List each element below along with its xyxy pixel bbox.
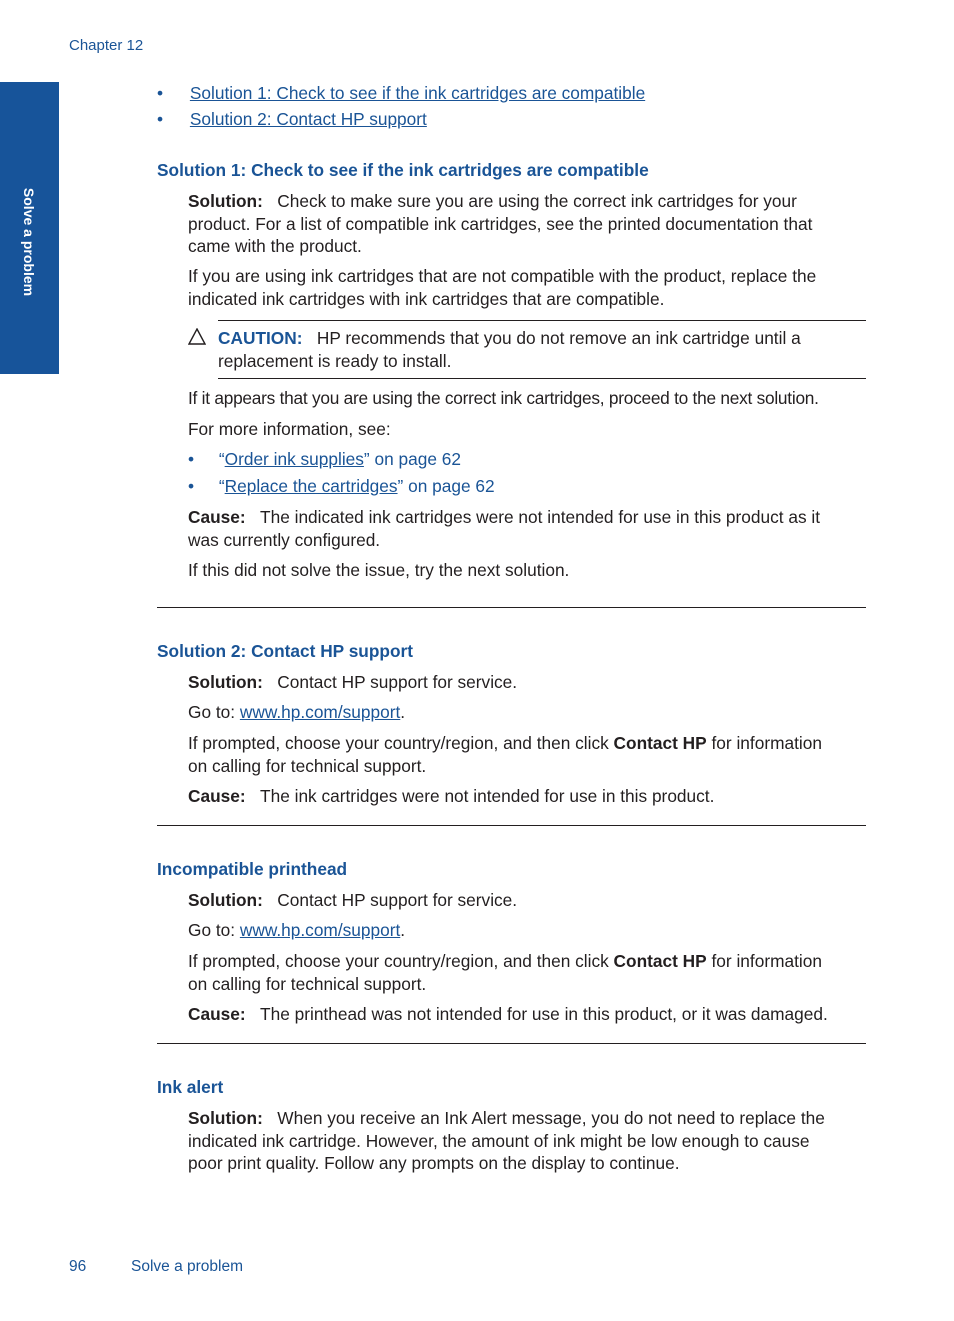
- text-line: on calling for technical support.: [188, 755, 427, 776]
- bullet-icon: •: [188, 449, 195, 469]
- incompatible-paragraph: If you are using ink cartridges that are…: [188, 265, 878, 310]
- solution-label: Solution:: [188, 191, 263, 211]
- caution-box: CAUTION: HP recommends that you do not r…: [218, 327, 878, 372]
- solution-label: Solution:: [188, 1108, 263, 1128]
- text-line: Check to make sure you are using the cor…: [277, 191, 797, 211]
- solution-label: Solution:: [188, 890, 263, 910]
- section-divider: [157, 1043, 866, 1044]
- text: If prompted, choose your country/region,…: [188, 733, 614, 753]
- hp-support-link[interactable]: www.hp.com/support: [240, 702, 400, 722]
- more-info-label: For more information, see:: [188, 419, 391, 439]
- page-ref: ” on page 62: [397, 476, 495, 496]
- cause-2-text: Cause: The ink cartridges were not inten…: [188, 785, 714, 808]
- text-line: indicated ink cartridges with ink cartri…: [188, 288, 665, 309]
- side-tab: Solve a problem: [0, 82, 59, 374]
- order-ink-supplies-link[interactable]: Order ink supplies: [225, 449, 364, 469]
- solution-2-text: Solution: Contact HP support for service…: [188, 671, 517, 694]
- toc-link-solution-1[interactable]: Solution 1: Check to see if the ink cart…: [190, 83, 645, 103]
- reference-item: • “Order ink supplies” on page 62: [188, 448, 495, 475]
- page-ref: ” on page 62: [363, 449, 461, 469]
- section-divider: [157, 607, 866, 608]
- footer-title: Solve a problem: [131, 1258, 244, 1275]
- goto-prefix: Go to:: [188, 702, 240, 722]
- toc-item: • Solution 1: Check to see if the ink ca…: [157, 82, 645, 108]
- section-heading-incompatible-printhead: Incompatible printhead: [157, 859, 348, 879]
- replace-cartridges-link[interactable]: Replace the cartridges: [225, 476, 398, 496]
- section-heading-solution-1: Solution 1: Check to see if the ink cart…: [157, 160, 649, 180]
- text-line: replacement is ready to install.: [218, 350, 452, 371]
- text-line: The printhead was not intended for use i…: [260, 1004, 828, 1024]
- cause-3-text: Cause: The printhead was not intended fo…: [188, 1003, 888, 1026]
- text-line: came with the product.: [188, 236, 362, 256]
- bullet-icon: •: [157, 83, 164, 103]
- hp-support-link[interactable]: www.hp.com/support: [240, 920, 400, 940]
- text-line: on calling for technical support.: [188, 973, 427, 994]
- text-line: When you receive an Ink Alert message, y…: [277, 1108, 825, 1128]
- bullet-icon: •: [188, 476, 195, 496]
- section-divider: [157, 825, 866, 826]
- contact-hp-term: Contact HP: [613, 951, 707, 971]
- cause-label: Cause:: [188, 507, 246, 527]
- text-line: The ink cartridges were not intended for…: [260, 786, 715, 806]
- prompt-paragraph: If prompted, choose your country/region,…: [188, 732, 878, 777]
- solution-3-text: Solution: Contact HP support for service…: [188, 889, 517, 912]
- text: for information: [706, 733, 822, 753]
- text-line: Contact HP support for service.: [277, 890, 518, 910]
- toc-item: • Solution 2: Contact HP support: [157, 108, 645, 131]
- text-line: If you are using ink cartridges that are…: [188, 266, 817, 286]
- caution-label: CAUTION:: [218, 328, 303, 348]
- proceed-paragraph: If it appears that you are using the cor…: [188, 388, 819, 408]
- prompt-paragraph: If prompted, choose your country/region,…: [188, 950, 878, 995]
- text-line: HP recommends that you do not remove an …: [316, 328, 801, 348]
- punct: .: [400, 920, 406, 940]
- solution-1-text: Solution: Check to make sure you are usi…: [188, 190, 878, 258]
- chapter-header: Chapter 12: [69, 37, 144, 54]
- text-line: The indicated ink cartridges were not in…: [260, 507, 821, 527]
- goto-line: Go to: www.hp.com/support.: [188, 919, 405, 942]
- goto-prefix: Go to:: [188, 920, 240, 940]
- reference-list: • “Order ink supplies” on page 62 • “Rep…: [188, 448, 495, 498]
- cause-label: Cause:: [188, 786, 246, 806]
- reference-item: • “Replace the cartridges” on page 62: [188, 475, 495, 498]
- text: for information: [706, 951, 822, 971]
- text: If prompted, choose your country/region,…: [188, 951, 614, 971]
- section-heading-solution-2: Solution 2: Contact HP support: [157, 641, 414, 661]
- ink-alert-solution: Solution: When you receive an Ink Alert …: [188, 1107, 878, 1175]
- text-line: indicated ink cartridge. However, the am…: [188, 1130, 810, 1151]
- text-line: product. For a list of compatible ink ca…: [188, 213, 813, 234]
- caution-bottom-rule: [218, 378, 866, 379]
- bullet-icon: •: [157, 109, 164, 129]
- page-number: 96: [69, 1258, 87, 1275]
- goto-line: Go to: www.hp.com/support.: [188, 701, 405, 724]
- toc-link-solution-2[interactable]: Solution 2: Contact HP support: [190, 109, 427, 129]
- toc-list: • Solution 1: Check to see if the ink ca…: [157, 82, 645, 131]
- try-next-text: If this did not solve the issue, try the…: [188, 560, 570, 580]
- text-line: Contact HP support for service.: [277, 672, 518, 692]
- section-heading-ink-alert: Ink alert: [157, 1077, 224, 1097]
- side-tab-label: Solve a problem: [21, 187, 37, 297]
- cause-label: Cause:: [188, 1004, 246, 1024]
- cause-1-text: Cause: The indicated ink cartridges were…: [188, 506, 878, 551]
- solution-label: Solution:: [188, 672, 263, 692]
- punct: .: [400, 702, 406, 722]
- contact-hp-term: Contact HP: [613, 733, 707, 753]
- caution-top-rule: [218, 320, 866, 321]
- text-line: poor print quality. Follow any prompts o…: [188, 1153, 680, 1173]
- caution-triangle-icon: [187, 327, 207, 350]
- text-line: was currently configured.: [188, 529, 381, 550]
